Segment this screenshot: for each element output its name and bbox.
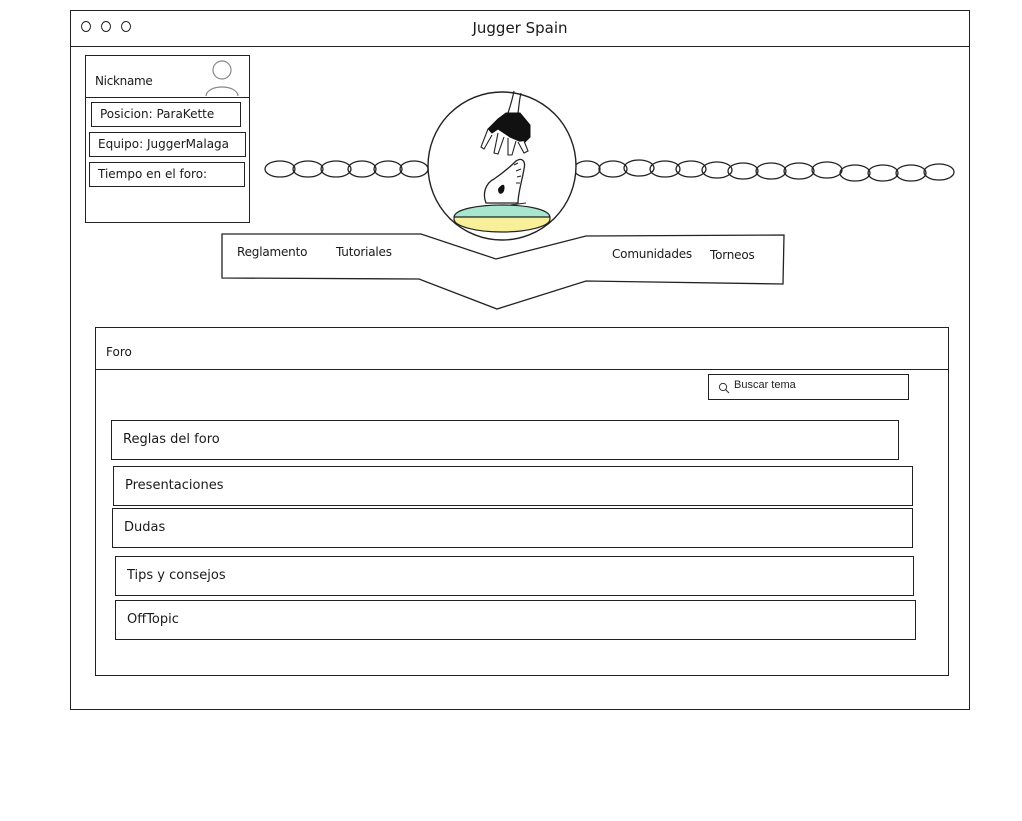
- forum-topic-tips[interactable]: Tips y consejos: [115, 556, 914, 596]
- jugger-logo-icon[interactable]: [426, 89, 578, 243]
- forum-title: Foro: [106, 345, 132, 359]
- forum-topic-reglas[interactable]: Reglas del foro: [111, 420, 899, 460]
- search-placeholder: Buscar tema: [734, 379, 796, 391]
- profile-header: Nickname: [86, 56, 249, 98]
- browser-window: Jugger Spain Nickname Posicion: ParaKett…: [70, 10, 970, 710]
- window-title: Jugger Spain: [472, 19, 568, 37]
- profile-team-field: Equipo: JuggerMalaga: [89, 132, 246, 157]
- main-nav: Reglamento Tutoriales Comunidades Torneo…: [221, 231, 786, 313]
- nav-item-torneos[interactable]: Torneos: [710, 248, 755, 262]
- forum-topic-presentaciones[interactable]: Presentaciones: [113, 466, 913, 506]
- forum-panel: Foro Buscar tema Reglas del foro Present…: [95, 327, 949, 676]
- forum-header: Foro: [96, 328, 948, 370]
- search-input[interactable]: Buscar tema: [708, 374, 909, 400]
- forum-topic-dudas[interactable]: Dudas: [112, 508, 913, 548]
- profile-position-field: Posicion: ParaKette: [91, 102, 241, 127]
- chain-left-decoration: [264, 160, 429, 178]
- nav-item-comunidades[interactable]: Comunidades: [612, 247, 692, 261]
- nav-banner-shape: [221, 233, 785, 310]
- nickname-label: Nickname: [95, 74, 153, 88]
- nav-item-tutoriales[interactable]: Tutoriales: [336, 245, 392, 259]
- title-bar: Jugger Spain: [71, 11, 969, 47]
- forum-topic-offtopic[interactable]: OffTopic: [115, 600, 916, 640]
- chain-right-decoration: [573, 159, 955, 182]
- user-avatar-icon[interactable]: [203, 58, 241, 96]
- nav-item-reglamento[interactable]: Reglamento: [237, 245, 307, 259]
- profile-forum-time-field: Tiempo en el foro:: [89, 162, 245, 187]
- profile-panel: Nickname Posicion: ParaKette Equipo: Jug…: [85, 55, 250, 223]
- search-icon: [718, 382, 730, 394]
